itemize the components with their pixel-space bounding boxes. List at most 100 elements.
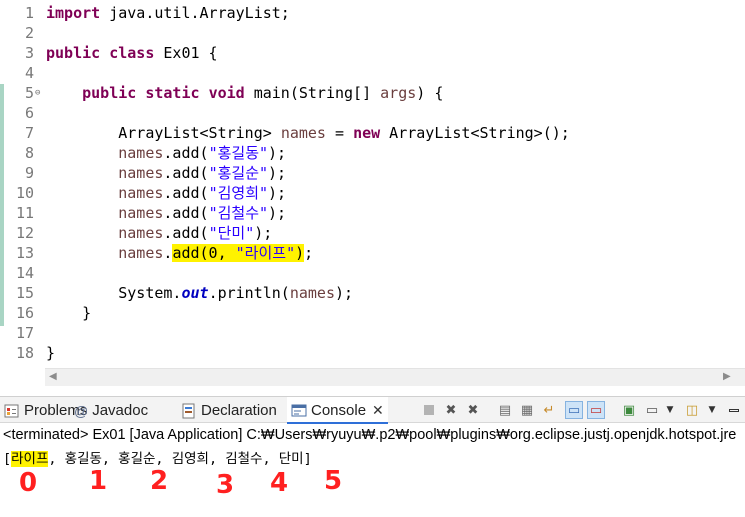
tab-console-label: Console xyxy=(311,402,367,419)
scroll-lock-icon[interactable]: ▦ xyxy=(518,401,536,419)
tab-declaration[interactable]: Declaration xyxy=(181,397,277,424)
code-text: } xyxy=(46,303,91,323)
code-token: .add( xyxy=(163,164,209,182)
show-on-output-icon[interactable]: ▭ xyxy=(565,401,583,419)
code-text: names.add("홍길순"); xyxy=(46,163,286,183)
tab-declaration-label: Declaration xyxy=(201,402,277,419)
code-token: public xyxy=(82,84,137,102)
code-token: names xyxy=(118,244,164,262)
code-token: .add( xyxy=(163,204,209,222)
code-token: .add( xyxy=(163,184,209,202)
scroll-right-icon[interactable]: ▶ xyxy=(723,371,731,382)
code-token: "홍길순" xyxy=(208,164,269,182)
code-token: Ex01 { xyxy=(154,44,218,62)
code-text: public class Ex01 { xyxy=(46,43,218,63)
code-token: } xyxy=(46,344,56,362)
declaration-icon xyxy=(182,403,195,419)
code-token: out xyxy=(181,284,209,302)
display-console-icon[interactable]: ▭ xyxy=(643,401,661,419)
code-token: add(0, xyxy=(172,244,236,262)
index-annotation: 1 xyxy=(89,466,108,496)
line-number: 3 xyxy=(24,44,34,62)
code-token: ); xyxy=(268,184,287,202)
line-number: 13 xyxy=(15,244,34,262)
code-token: ); xyxy=(254,224,273,242)
line-number: 5 xyxy=(24,84,34,102)
fold-toggle-icon[interactable]: ⊖ xyxy=(35,83,40,103)
line-number: 8 xyxy=(24,144,34,162)
code-text: names.add("홍길동"); xyxy=(46,143,286,163)
code-token: "단미" xyxy=(208,224,255,242)
console-status: <terminated> Ex01 [Java Application] C:₩… xyxy=(3,427,737,443)
code-token: args xyxy=(380,84,417,102)
code-token: System. xyxy=(46,284,182,302)
code-token: new xyxy=(353,124,381,142)
code-token: ArrayList<String> xyxy=(46,124,281,142)
index-annotation: 5 xyxy=(324,466,343,496)
word-wrap-icon[interactable]: ↵ xyxy=(540,401,558,419)
output-open: [ xyxy=(3,451,12,467)
code-text: ArrayList<String> names = new ArrayList<… xyxy=(46,123,570,143)
code-token: names xyxy=(118,144,164,162)
line-number: 16 xyxy=(15,304,34,322)
code-token: .add( xyxy=(163,144,209,162)
terminate-icon[interactable] xyxy=(420,401,438,419)
code-token: static xyxy=(145,84,200,102)
line-number: 18 xyxy=(15,344,34,362)
code-token: names xyxy=(289,284,335,302)
line-number: 9 xyxy=(24,164,34,182)
code-token: names xyxy=(280,124,326,142)
code-token: names xyxy=(118,164,164,182)
remove-launch-icon[interactable]: ✖ xyxy=(442,401,460,419)
close-icon[interactable]: ✕ xyxy=(372,402,384,418)
pin-console-icon[interactable]: ▣ xyxy=(620,401,638,419)
code-token: java.util.ArrayList; xyxy=(100,4,290,22)
code-token: "김영희" xyxy=(208,184,269,202)
code-token: names xyxy=(118,204,164,222)
line-number: 6 xyxy=(24,104,34,122)
code-text: names.add("단미"); xyxy=(46,223,272,243)
code-token: public xyxy=(46,44,101,62)
show-on-error-icon[interactable]: ▭ xyxy=(587,401,605,419)
code-token: ); xyxy=(268,164,287,182)
clear-console-icon[interactable]: ▤ xyxy=(496,401,514,419)
line-number: 1 xyxy=(24,4,34,22)
console-icon xyxy=(291,404,307,417)
index-annotation: 0 xyxy=(19,468,38,498)
problems-icon xyxy=(4,404,19,418)
code-token: ) xyxy=(295,244,305,262)
code-text: names.add("김철수"); xyxy=(46,203,286,223)
minimize-icon[interactable] xyxy=(725,401,743,419)
code-token: main(String[] xyxy=(244,84,381,102)
code-text: System.out.println(names); xyxy=(46,283,353,303)
code-token: .add( xyxy=(163,224,209,242)
remove-all-terminated-icon[interactable]: ✖ xyxy=(464,401,482,419)
horizontal-scrollbar[interactable]: ◀ ▶ xyxy=(45,368,745,386)
code-token: names xyxy=(118,224,164,242)
code-token: class xyxy=(109,44,155,62)
code-text: } xyxy=(46,343,55,363)
code-text: names.add("김영희"); xyxy=(46,183,286,203)
code-editor[interactable]: 1 import java.util.ArrayList; 2 3 public cla… xyxy=(0,0,745,365)
tab-javadoc[interactable]: @ Javadoc xyxy=(74,397,148,424)
tab-console[interactable]: Console ✕ xyxy=(287,397,388,424)
line-number: 7 xyxy=(24,124,34,142)
line-number: 17 xyxy=(15,324,34,342)
open-console-icon[interactable]: ◫ xyxy=(683,401,701,419)
code-token: void xyxy=(208,84,245,102)
line-number: 11 xyxy=(15,204,34,222)
view-menu-icon[interactable]: ▼ xyxy=(703,401,721,419)
scroll-left-icon[interactable]: ◀ xyxy=(49,371,57,382)
code-token: ); xyxy=(268,204,287,222)
code-token: names xyxy=(118,184,164,202)
code-token: ) { xyxy=(416,84,444,102)
chevron-down-icon[interactable]: ▼ xyxy=(661,401,679,419)
code-token: } xyxy=(46,304,92,322)
code-token: ; xyxy=(304,244,314,262)
